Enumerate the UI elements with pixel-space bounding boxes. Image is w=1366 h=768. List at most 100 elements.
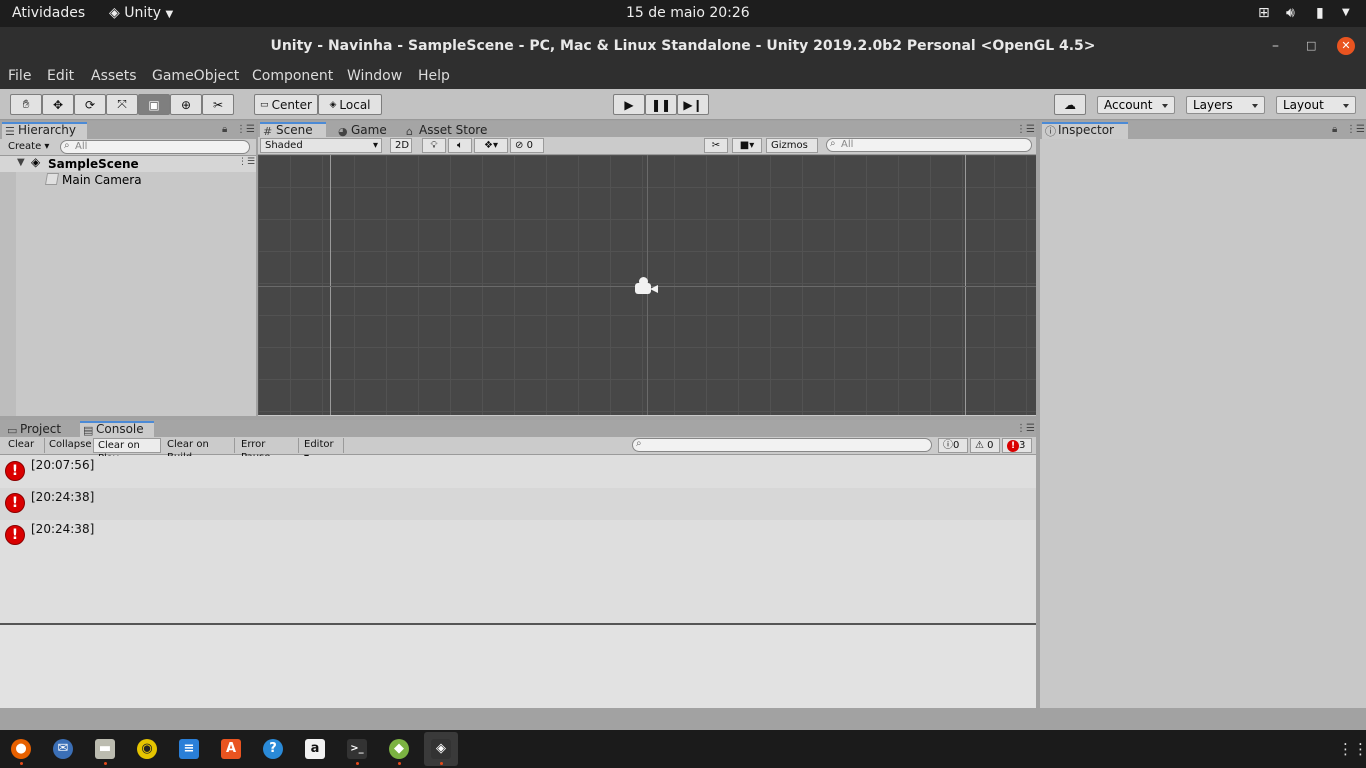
panel-menu-icon[interactable]: ⋮☰ xyxy=(1016,423,1035,434)
lock-icon[interactable]: 🔒︎ xyxy=(1332,124,1337,135)
scene-viewport[interactable] xyxy=(258,155,1036,415)
panel-menu-icon[interactable]: ⋮☰ xyxy=(1346,124,1365,135)
gizmos-dropdown[interactable]: Gizmos ▾ xyxy=(766,138,818,164)
thunderbird-icon[interactable]: ✉ xyxy=(53,739,73,759)
menu-window[interactable]: Window xyxy=(347,68,402,84)
step-icon[interactable]: ▶❙ xyxy=(677,94,709,115)
layout-dropdown[interactable]: Layout xyxy=(1276,96,1356,114)
editor-dropdown[interactable]: Editor ▾ xyxy=(300,438,344,463)
scene-row[interactable]: ▼ ◈ SampleScene ⋮☰ xyxy=(0,155,256,172)
network-icon[interactable]: ⊞ xyxy=(1258,5,1270,21)
audio-icon[interactable]: 🔈︎ xyxy=(448,138,472,153)
running-indicator xyxy=(356,762,359,765)
error-pause-toggle[interactable]: Error Pause xyxy=(237,438,299,463)
panel-menu-icon[interactable]: ⋮☰ xyxy=(1016,124,1035,135)
custom-tool-icon[interactable]: ✂ xyxy=(202,94,234,115)
transform-tool-icon[interactable]: ⊕ xyxy=(170,94,202,115)
clock[interactable]: 15 de maio 20:26 xyxy=(626,5,750,21)
effects-icon[interactable]: ❖▾ xyxy=(474,138,508,153)
tab-project[interactable]: ▭ Project xyxy=(4,422,70,438)
eye-slash-icon: ⊘ xyxy=(515,140,524,151)
warning-filter-toggle[interactable]: ⚠ 0 xyxy=(970,438,1000,453)
maximize-icon[interactable]: □ xyxy=(1306,27,1316,65)
pivot-center-button[interactable]: ▭ Center xyxy=(254,94,318,115)
expand-arrow-icon[interactable]: ▼ xyxy=(17,157,25,168)
error-filter-toggle[interactable]: ! 3 xyxy=(1002,438,1032,453)
android-studio-icon[interactable]: ◆ xyxy=(389,739,409,759)
files-icon[interactable]: ▬ xyxy=(95,739,115,759)
battery-icon[interactable]: ▮ xyxy=(1316,5,1324,21)
amazon-icon[interactable]: a xyxy=(305,739,325,759)
pivot-local-button[interactable]: ◈ Local xyxy=(318,94,382,115)
move-tool-icon[interactable]: ✥ xyxy=(42,94,74,115)
tab-console[interactable]: ▤ Console xyxy=(80,421,154,438)
lighting-icon[interactable]: 💡︎ xyxy=(422,138,446,153)
layers-dropdown[interactable]: Layers xyxy=(1186,96,1265,114)
system-menu-chevron-icon[interactable]: ▼ xyxy=(1342,7,1350,18)
show-apps-icon[interactable]: ⋮⋮⋮ xyxy=(1338,740,1366,758)
menu-gameobject[interactable]: GameObject xyxy=(152,68,239,84)
lock-icon[interactable]: 🔒︎ xyxy=(222,124,227,135)
status-bar xyxy=(0,708,1366,730)
inspector-panel: ⓘ Inspector 🔒︎ ⋮☰ xyxy=(1040,121,1366,708)
menu-file[interactable]: File xyxy=(8,68,31,84)
info-filter-toggle[interactable]: ⓘ0 xyxy=(938,438,968,453)
unity-app-icon: ◈ xyxy=(109,5,120,21)
clear-on-build-toggle[interactable]: Clear on Build xyxy=(163,438,235,463)
terminal-icon[interactable]: >_ xyxy=(347,739,367,759)
scale-tool-icon[interactable]: ⤧ xyxy=(106,94,138,115)
camera-settings-icon[interactable]: ■▾ xyxy=(732,138,762,153)
close-icon[interactable]: ✕ xyxy=(1337,37,1355,55)
hierarchy-search-input[interactable]: All xyxy=(60,140,250,154)
menu-edit[interactable]: Edit xyxy=(47,68,74,84)
console-entry[interactable]: ! [20:24:38] xyxy=(0,488,1036,520)
rhythmbox-icon[interactable]: ◉ xyxy=(137,739,157,759)
create-dropdown[interactable]: Create ▾ xyxy=(4,140,53,155)
tools-icon[interactable]: ✂ xyxy=(704,138,728,153)
tab-inspector[interactable]: ⓘ Inspector xyxy=(1042,122,1128,139)
list-icon: ☰ xyxy=(5,125,15,138)
clear-on-play-toggle[interactable]: Clear on Play xyxy=(93,438,161,464)
hidden-objects-toggle[interactable]: ⊘ 0 xyxy=(510,138,544,153)
console-toolbar: Clear Collapse Clear on Play Clear on Bu… xyxy=(0,437,1036,464)
hand-tool-icon[interactable]: ✋︎ xyxy=(10,94,42,115)
console-search-input[interactable] xyxy=(632,438,932,452)
panel-menu-icon[interactable]: ⋮☰ xyxy=(236,124,255,135)
running-indicator xyxy=(440,762,443,765)
rotate-tool-icon[interactable]: ⟳ xyxy=(74,94,106,115)
app-menu-button[interactable]: ◈ Unity ▼ xyxy=(109,5,173,21)
help-icon[interactable]: ? xyxy=(263,739,283,759)
software-center-icon[interactable]: A xyxy=(221,739,241,759)
hierarchy-toolbar: Create ▾ All xyxy=(0,139,256,156)
menu-component[interactable]: Component xyxy=(252,68,333,84)
collapse-button[interactable]: Collapse xyxy=(44,438,92,453)
volume-icon[interactable]: 🔊︎ xyxy=(1286,5,1295,21)
warning-icon: ⚠ xyxy=(975,440,984,451)
tab-scene-label: Scene xyxy=(276,123,313,137)
menu-assets[interactable]: Assets xyxy=(91,68,137,84)
firefox-icon[interactable]: ● xyxy=(11,739,31,759)
mode-2d-toggle[interactable]: 2D xyxy=(390,138,412,153)
rect-tool-icon[interactable]: ▣ xyxy=(138,94,170,115)
console-entry[interactable]: ! [20:24:38] xyxy=(0,520,1036,552)
camera-gizmo-icon[interactable] xyxy=(635,277,661,295)
activities-button[interactable]: Atividades xyxy=(12,5,85,21)
unity-icon[interactable]: ◈ xyxy=(431,739,451,759)
pause-icon[interactable]: ❚❚ xyxy=(645,94,677,115)
camera-frustum-right xyxy=(965,155,966,415)
account-dropdown[interactable]: Account xyxy=(1097,96,1175,114)
minimize-icon[interactable]: – xyxy=(1272,27,1279,65)
dock xyxy=(0,730,1366,768)
cloud-icon[interactable]: ☁ xyxy=(1054,94,1086,115)
shading-dropdown[interactable]: Shaded ▾ xyxy=(260,138,382,153)
menu-help[interactable]: Help xyxy=(418,68,450,84)
window-title-bar: Unity - Navinha - SampleScene - PC, Mac … xyxy=(0,27,1366,65)
scene-search-input[interactable]: All xyxy=(826,138,1032,152)
scene-menu-icon[interactable]: ⋮☰ xyxy=(238,157,255,167)
hierarchy-item[interactable]: Main Camera xyxy=(0,172,256,188)
clear-button[interactable]: Clear xyxy=(4,438,36,453)
play-icon[interactable]: ▶ xyxy=(613,94,645,115)
tab-hierarchy[interactable]: ☰ Hierarchy xyxy=(2,122,87,139)
console-entry[interactable]: ! [20:07:56] xyxy=(0,456,1036,488)
writer-icon[interactable]: ≡ xyxy=(179,739,199,759)
